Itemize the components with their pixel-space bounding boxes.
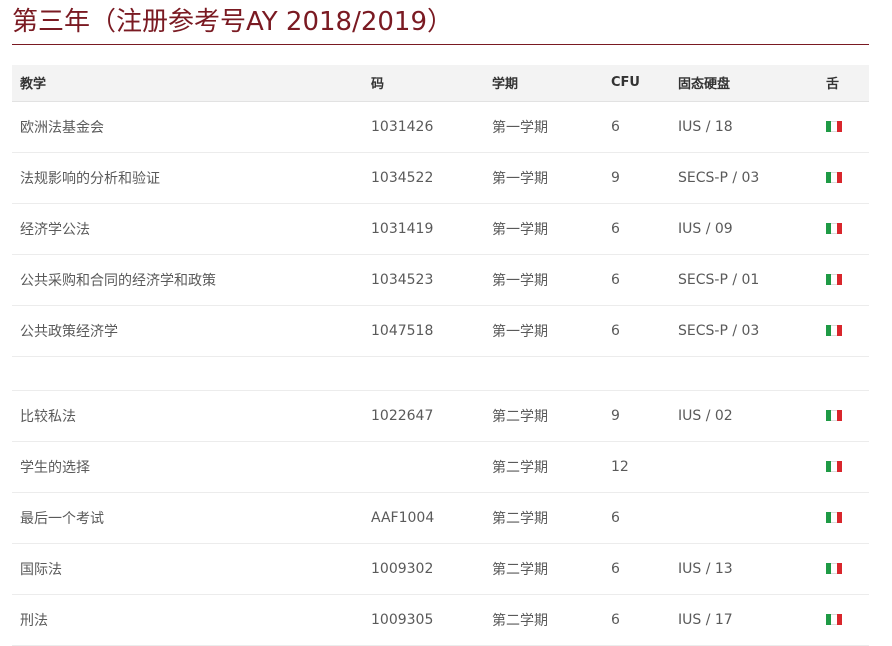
italy-flag-icon bbox=[826, 614, 842, 625]
separator-cell bbox=[12, 356, 869, 391]
header-ssd: 固态硬盘 bbox=[670, 65, 818, 102]
cell-ssd: SECS-P / 01 bbox=[670, 254, 818, 306]
cell-language bbox=[818, 152, 869, 204]
cell-course: 法规影响的分析和验证 bbox=[12, 152, 363, 204]
cell-language bbox=[818, 492, 869, 544]
page: 第三年（注册参考号AY 2018/2019） 教学 码 学期 CFU 固态硬盘 … bbox=[0, 0, 892, 646]
cell-semester: 第一学期 bbox=[484, 254, 603, 306]
cell-code: 1031419 bbox=[363, 203, 484, 255]
italy-flag-icon bbox=[826, 410, 842, 421]
cell-code: AAF1004 bbox=[363, 492, 484, 544]
cell-ssd: IUS / 17 bbox=[670, 594, 818, 646]
cell-cfu: 6 bbox=[603, 594, 670, 646]
italy-flag-icon bbox=[826, 274, 842, 285]
cell-course: 经济学公法 bbox=[12, 203, 363, 255]
course-table: 教学 码 学期 CFU 固态硬盘 舌 欧洲法基金会 1031426 第一学期 6 IUS… bbox=[12, 65, 869, 646]
cell-semester: 第二学期 bbox=[484, 441, 603, 493]
cell-cfu: 12 bbox=[603, 441, 670, 493]
italy-flag-icon bbox=[826, 563, 842, 574]
cell-cfu: 6 bbox=[603, 543, 670, 595]
cell-course: 公共政策经济学 bbox=[12, 305, 363, 357]
italy-flag-icon bbox=[826, 223, 842, 234]
cell-cfu: 6 bbox=[603, 254, 670, 306]
italy-flag-icon bbox=[826, 461, 842, 472]
cell-language bbox=[818, 254, 869, 306]
italy-flag-icon bbox=[826, 325, 842, 336]
cell-ssd bbox=[670, 441, 818, 493]
cell-ssd: IUS / 02 bbox=[670, 390, 818, 442]
cell-cfu: 6 bbox=[603, 203, 670, 255]
cell-language bbox=[818, 101, 869, 153]
cell-language bbox=[818, 390, 869, 442]
cell-course: 公共采购和合同的经济学和政策 bbox=[12, 254, 363, 306]
table-row: 公共政策经济学 1047518 第一学期 6 SECS-P / 03 bbox=[12, 305, 869, 357]
italy-flag-icon bbox=[826, 121, 842, 132]
cell-language bbox=[818, 594, 869, 646]
cell-course: 国际法 bbox=[12, 543, 363, 595]
cell-course: 比较私法 bbox=[12, 390, 363, 442]
cell-cfu: 9 bbox=[603, 390, 670, 442]
cell-ssd: IUS / 18 bbox=[670, 101, 818, 153]
cell-code bbox=[363, 441, 484, 493]
table-row: 刑法 1009305 第二学期 6 IUS / 17 bbox=[12, 594, 869, 646]
table-row: 经济学公法 1031419 第一学期 6 IUS / 09 bbox=[12, 203, 869, 255]
table-row: 欧洲法基金会 1031426 第一学期 6 IUS / 18 bbox=[12, 101, 869, 153]
cell-semester: 第二学期 bbox=[484, 390, 603, 442]
cell-code: 1009305 bbox=[363, 594, 484, 646]
cell-course: 最后一个考试 bbox=[12, 492, 363, 544]
header-semester: 学期 bbox=[484, 65, 603, 102]
cell-cfu: 6 bbox=[603, 101, 670, 153]
italy-flag-icon bbox=[826, 172, 842, 183]
table-row: 学生的选择 第二学期 12 bbox=[12, 441, 869, 493]
cell-ssd bbox=[670, 492, 818, 544]
cell-course: 学生的选择 bbox=[12, 441, 363, 493]
table-row: 法规影响的分析和验证 1034522 第一学期 9 SECS-P / 03 bbox=[12, 152, 869, 204]
cell-ssd: SECS-P / 03 bbox=[670, 305, 818, 357]
cell-code: 1009302 bbox=[363, 543, 484, 595]
header-language: 舌 bbox=[818, 65, 869, 102]
header-code: 码 bbox=[363, 65, 484, 102]
table-header-row: 教学 码 学期 CFU 固态硬盘 舌 bbox=[12, 65, 869, 102]
cell-code: 1034522 bbox=[363, 152, 484, 204]
cell-language bbox=[818, 441, 869, 493]
header-course: 教学 bbox=[12, 65, 363, 102]
cell-cfu: 9 bbox=[603, 152, 670, 204]
cell-code: 1031426 bbox=[363, 101, 484, 153]
cell-ssd: IUS / 13 bbox=[670, 543, 818, 595]
table-row: 比较私法 1022647 第二学期 9 IUS / 02 bbox=[12, 390, 869, 442]
cell-semester: 第二学期 bbox=[484, 492, 603, 544]
italy-flag-icon bbox=[826, 512, 842, 523]
page-title: 第三年（注册参考号AY 2018/2019） bbox=[12, 7, 454, 37]
table-row: 公共采购和合同的经济学和政策 1034523 第一学期 6 SECS-P / 01 bbox=[12, 254, 869, 306]
table-row: 最后一个考试 AAF1004 第二学期 6 bbox=[12, 492, 869, 544]
table-row: 国际法 1009302 第二学期 6 IUS / 13 bbox=[12, 543, 869, 595]
cell-language bbox=[818, 305, 869, 357]
cell-semester: 第一学期 bbox=[484, 203, 603, 255]
cell-semester: 第一学期 bbox=[484, 305, 603, 357]
semester-separator-row bbox=[12, 356, 869, 391]
cell-cfu: 6 bbox=[603, 492, 670, 544]
cell-semester: 第二学期 bbox=[484, 543, 603, 595]
cell-language bbox=[818, 203, 869, 255]
cell-course: 刑法 bbox=[12, 594, 363, 646]
cell-semester: 第一学期 bbox=[484, 101, 603, 153]
cell-code: 1034523 bbox=[363, 254, 484, 306]
cell-code: 1047518 bbox=[363, 305, 484, 357]
header-cfu: CFU bbox=[603, 65, 670, 102]
cell-course: 欧洲法基金会 bbox=[12, 101, 363, 153]
cell-ssd: IUS / 09 bbox=[670, 203, 818, 255]
cell-semester: 第二学期 bbox=[484, 594, 603, 646]
cell-ssd: SECS-P / 03 bbox=[670, 152, 818, 204]
title-divider bbox=[12, 44, 869, 45]
cell-cfu: 6 bbox=[603, 305, 670, 357]
cell-language bbox=[818, 543, 869, 595]
cell-code: 1022647 bbox=[363, 390, 484, 442]
cell-semester: 第一学期 bbox=[484, 152, 603, 204]
